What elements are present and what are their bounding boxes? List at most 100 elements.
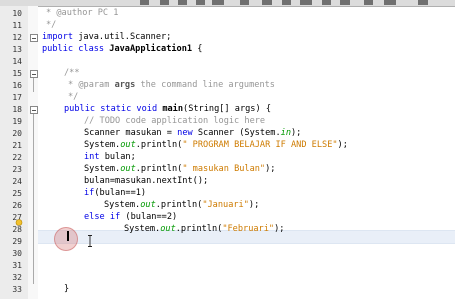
line-number: 22 — [12, 153, 22, 162]
keyword: import — [42, 32, 74, 42]
toolbar-icon[interactable] — [140, 0, 149, 5]
comment-text: * @param — [68, 80, 115, 90]
code-line[interactable]: } — [64, 284, 69, 295]
code-line[interactable]: public class JavaApplication1 { — [42, 44, 202, 55]
text-caret — [67, 231, 69, 241]
static-field: out — [120, 164, 136, 174]
toolbar-icon[interactable] — [160, 0, 169, 5]
line-number: 11 — [12, 21, 22, 30]
line-number: 13 — [12, 45, 22, 54]
line-number: 20 — [12, 129, 22, 138]
code-text: ); — [274, 224, 285, 234]
code-line[interactable]: * @param args the command line arguments — [68, 80, 275, 91]
static-field: out — [160, 224, 176, 234]
code-text: (bulan==2) — [120, 212, 178, 222]
toolbar-icon[interactable] — [262, 0, 272, 5]
string-literal: "Februari" — [222, 224, 275, 234]
line-number: 21 — [12, 141, 22, 150]
code-line[interactable]: bulan=masukan.nextInt(); — [84, 176, 208, 187]
toolbar-icon[interactable] — [300, 0, 312, 5]
code-line[interactable]: System.out.println("Februari"); — [124, 224, 284, 235]
code-line[interactable]: Scanner masukan = new Scanner (System.in… — [84, 128, 301, 139]
toolbar-icon[interactable] — [364, 0, 373, 5]
line-number: 12 — [12, 33, 22, 42]
code-text: System. — [84, 164, 121, 174]
code-line[interactable]: */ — [68, 92, 78, 103]
line-number: 32 — [12, 273, 22, 282]
line-number: 15 — [12, 69, 22, 78]
code-text: (bulan==1) — [94, 188, 147, 198]
static-field: in — [280, 128, 291, 138]
code-text: java.util.Scanner; — [73, 32, 172, 42]
keyword: if — [109, 212, 121, 222]
code-text: ); — [291, 128, 302, 138]
line-number: 24 — [12, 177, 22, 186]
line-number: 17 — [12, 93, 22, 102]
keyword: int — [84, 152, 100, 162]
code-line[interactable]: int bulan; — [84, 152, 136, 163]
toolbar-icon[interactable] — [418, 0, 428, 5]
keyword: public class — [42, 44, 105, 54]
code-text: ); — [248, 200, 260, 210]
line-number: 25 — [12, 189, 22, 198]
comment-text: the command line arguments — [135, 80, 275, 90]
line-number: 30 — [12, 249, 22, 258]
code-line[interactable]: import java.util.Scanner; — [42, 32, 171, 43]
code-line[interactable]: System.out.println(" PROGRAM BELAJAR IF … — [84, 140, 348, 151]
code-line[interactable]: /** — [64, 68, 80, 79]
code-text: { — [192, 44, 203, 54]
code-text: Scanner masukan = — [84, 128, 178, 138]
code-line[interactable]: if(bulan==1) — [84, 188, 146, 199]
toolbar-icon[interactable] — [340, 0, 350, 5]
keyword: else — [84, 212, 105, 222]
fold-toggle-icon[interactable] — [30, 70, 38, 78]
string-literal: "Januari" — [202, 200, 249, 210]
static-field: out — [120, 140, 136, 150]
keyword: if — [84, 188, 95, 198]
code-line[interactable]: System.out.println("Januari"); — [104, 200, 259, 211]
keyword: public static void — [64, 104, 158, 114]
line-number: 16 — [12, 81, 22, 90]
fold-toggle-icon[interactable] — [30, 34, 38, 42]
keyword: new — [177, 128, 193, 138]
code-text: System. — [84, 140, 121, 150]
line-number: 33 — [12, 285, 22, 294]
code-text: System. — [104, 200, 141, 210]
toolbar-icon[interactable] — [282, 0, 291, 5]
code-line[interactable]: */ — [46, 20, 56, 31]
static-field: out — [140, 200, 156, 210]
mouse-ibeam-cursor — [88, 235, 92, 247]
line-number: 23 — [12, 165, 22, 174]
comment-param: args — [114, 80, 136, 90]
code-text: .println( — [135, 164, 183, 174]
string-literal: " PROGRAM BELAJAR IF AND ELSE" — [182, 140, 338, 150]
code-text: ); — [337, 140, 348, 150]
code-line[interactable]: System.out.println(" masukan Bulan"); — [84, 164, 275, 175]
code-text: ); — [265, 164, 276, 174]
code-line[interactable]: else if (bulan==2) — [84, 212, 177, 223]
code-text: (String[] args) { — [183, 104, 271, 114]
code-line[interactable]: // TODO code application logic here — [84, 116, 265, 127]
line-number: 29 — [12, 237, 22, 246]
code-text: Scanner (System. — [192, 128, 281, 138]
toolbar-icon[interactable] — [384, 0, 396, 5]
code-line[interactable]: public static void main(String[] args) { — [64, 104, 271, 115]
code-text: bulan; — [99, 152, 136, 162]
toolbar-icon[interactable] — [240, 0, 249, 5]
method-name: main — [162, 104, 184, 114]
code-text: .println( — [175, 224, 223, 234]
fold-toggle-icon[interactable] — [30, 106, 38, 114]
code-line[interactable]: * @author PC 1 — [46, 8, 118, 19]
line-number: 26 — [12, 201, 22, 210]
click-indicator — [54, 227, 78, 251]
toolbar-icon[interactable] — [322, 0, 331, 5]
toolbar-icon[interactable] — [178, 0, 187, 5]
hint-lightbulb-icon[interactable] — [15, 219, 23, 228]
toolbar-icon[interactable] — [212, 0, 224, 5]
fold-guide — [33, 78, 34, 92]
toolbar-icon[interactable] — [196, 0, 205, 5]
line-number: 31 — [12, 261, 22, 270]
class-name: JavaApplication1 — [109, 44, 193, 54]
code-text: System. — [124, 224, 161, 234]
line-number: 19 — [12, 117, 22, 126]
